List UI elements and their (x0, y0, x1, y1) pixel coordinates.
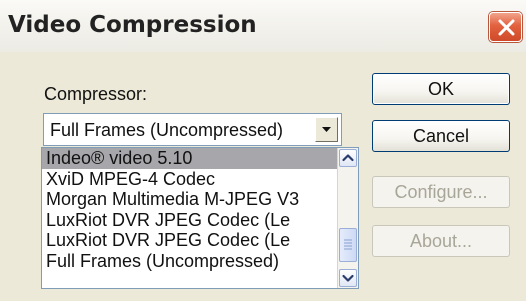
chevron-down-icon (322, 127, 331, 132)
listbox-scrollbar[interactable] (337, 148, 358, 288)
list-item[interactable]: Indeo® video 5.10 (42, 148, 338, 169)
window-title: Video Compression (8, 12, 257, 38)
close-button[interactable] (489, 12, 522, 42)
list-item[interactable]: LuxRiot DVR JPEG Codec (Le (42, 230, 338, 251)
list-item[interactable]: LuxRiot DVR JPEG Codec (Le (42, 210, 338, 231)
scroll-down-button[interactable] (339, 269, 357, 287)
cancel-button[interactable]: Cancel (372, 120, 510, 152)
compressor-listbox[interactable]: Indeo® video 5.10 XviD MPEG-4 Codec Morg… (41, 147, 359, 289)
about-button[interactable]: About... (372, 225, 510, 257)
close-icon (498, 19, 515, 36)
compressor-list-items: Indeo® video 5.10 XviD MPEG-4 Codec Morg… (42, 148, 338, 288)
compressor-dropdown[interactable]: Full Frames (Uncompressed) (43, 113, 342, 146)
compressor-label: Compressor: (44, 84, 148, 104)
title-bar[interactable]: Video Compression (0, 0, 526, 52)
list-item[interactable]: Full Frames (Uncompressed) (42, 251, 338, 272)
configure-button[interactable]: Configure... (372, 176, 510, 208)
scroll-thumb[interactable] (339, 228, 357, 262)
grip-lines-icon (344, 239, 352, 250)
list-item[interactable]: Morgan Multimedia M-JPEG V3 (42, 189, 338, 210)
chevron-up-icon (342, 154, 354, 162)
dropdown-arrow-button[interactable] (315, 117, 338, 142)
ok-button[interactable]: OK (372, 73, 510, 105)
scroll-up-button[interactable] (339, 149, 357, 167)
list-item[interactable]: XviD MPEG-4 Codec (42, 169, 338, 190)
chevron-down-icon (342, 274, 354, 282)
compressor-dropdown-value: Full Frames (Uncompressed) (50, 120, 284, 140)
video-compression-dialog: Video Compression Compressor: Full Frame… (0, 0, 526, 301)
